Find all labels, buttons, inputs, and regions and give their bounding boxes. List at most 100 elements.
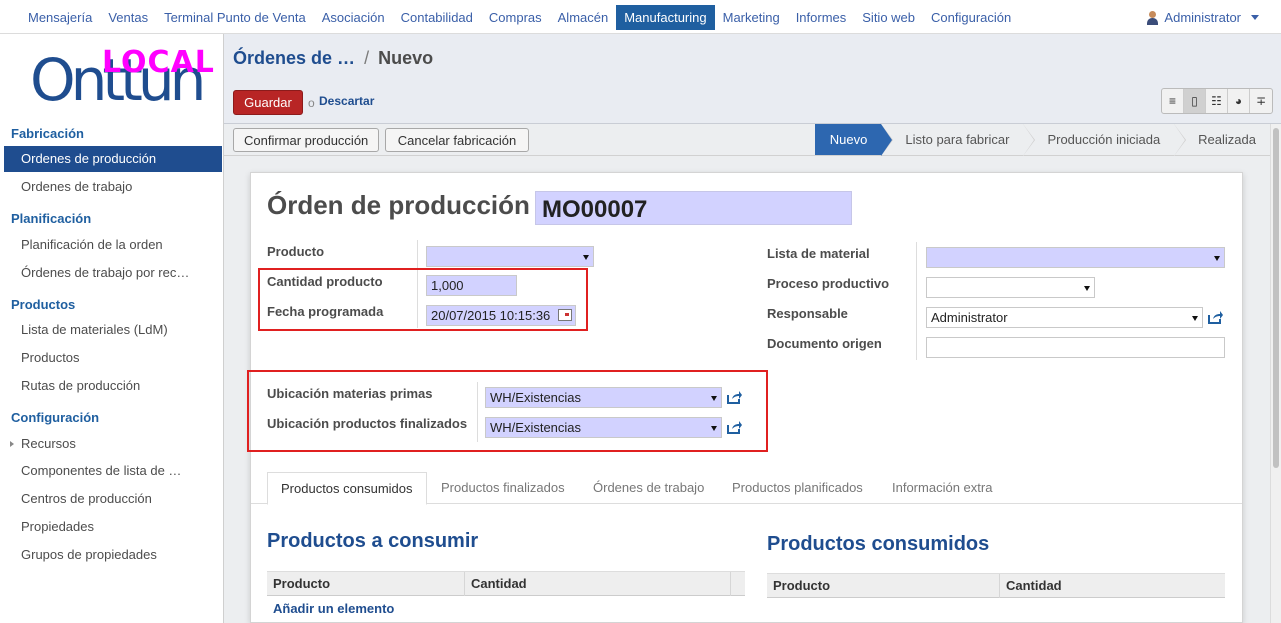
user-avatar-icon [1146, 10, 1159, 25]
external-link-icon[interactable] [1207, 310, 1224, 325]
routing-select[interactable] [926, 277, 1095, 298]
origin-input[interactable] [926, 337, 1225, 358]
expand-triangle-icon[interactable] [10, 441, 14, 447]
sidebar-item-ordenes-trabajo-recurso[interactable]: Órdenes de trabajo por rec… [4, 260, 222, 286]
stage-listo-fabricar[interactable]: Listo para fabricar [881, 124, 1036, 156]
tab-ordenes-trabajo[interactable]: Órdenes de trabajo [580, 472, 717, 505]
sidebar-section-planificacion: Planificación [11, 211, 92, 226]
dropdown-arrow-icon [1084, 286, 1090, 291]
menu-item-informes[interactable]: Informes [788, 5, 855, 30]
sidebar-item-rutas-produccion[interactable]: Rutas de producción [4, 373, 222, 399]
menu-item-contabilidad[interactable]: Contabilidad [393, 5, 481, 30]
top-menu-bar: Mensajería Ventas Terminal Punto de Vent… [0, 0, 1281, 34]
discard-button[interactable]: Descartar [319, 94, 374, 108]
dropdown-arrow-icon [1214, 256, 1220, 261]
sidebar: Onttun LOCAL Fabricación Ordenes de prod… [0, 34, 224, 623]
sidebar-item-productos[interactable]: Productos [4, 345, 222, 371]
sidebar-item-ordenes-produccion[interactable]: Ordenes de producción [4, 146, 222, 172]
dropdown-arrow-icon [583, 255, 589, 260]
responsible-label: Responsable [767, 306, 848, 321]
stage-label: Producción iniciada [1047, 132, 1161, 147]
responsible-select[interactable]: Administrator [926, 307, 1203, 328]
sidebar-item-propiedades[interactable]: Propiedades [4, 514, 222, 540]
column-header-producto[interactable]: Producto [267, 572, 465, 596]
user-menu[interactable]: Administrator [1146, 10, 1259, 25]
form-statusbar: Confirmar producción Cancelar fabricació… [224, 124, 1270, 156]
tab-informacion-extra[interactable]: Información extra [879, 472, 1005, 505]
stage-pipeline: Nuevo Listo para fabricar Producción ini… [814, 124, 1270, 156]
bom-select[interactable] [926, 247, 1225, 268]
sidebar-section-configuracion: Configuración [11, 410, 100, 425]
company-logo[interactable]: Onttun LOCAL [30, 45, 215, 110]
list-view-icon[interactable]: ≡ [1162, 89, 1184, 113]
sidebar-section-fabricacion: Fabricación [11, 126, 84, 141]
view-switcher: ≡ ▯ ☷ ◕ ∓ [1161, 88, 1273, 114]
to-consume-title: Productos a consumir [267, 530, 479, 552]
routing-label: Proceso productivo [767, 276, 890, 291]
stage-produccion-iniciada[interactable]: Producción iniciada [1023, 124, 1187, 156]
product-label: Producto [267, 244, 325, 259]
sidebar-section-productos: Productos [11, 297, 76, 312]
app-menu: Mensajería Ventas Terminal Punto de Vent… [20, 5, 1019, 30]
column-header-cantidad[interactable]: Cantidad [465, 572, 731, 596]
highlight-box-quantity-date [258, 268, 588, 331]
add-line-link[interactable]: Añadir un elemento [273, 601, 394, 616]
menu-item-pos[interactable]: Terminal Punto de Venta [156, 5, 314, 30]
menu-item-configuracion[interactable]: Configuración [923, 5, 1019, 30]
stage-label: Realizada [1198, 132, 1256, 147]
or-separator: o [308, 96, 315, 110]
menu-item-asociacion[interactable]: Asociación [314, 5, 393, 30]
sidebar-item-planificacion-orden[interactable]: Planificación de la orden [4, 232, 222, 258]
vertical-scrollbar[interactable] [1270, 124, 1281, 623]
sidebar-item-lista-materiales[interactable]: Lista de materiales (LdM) [4, 317, 222, 343]
logo-badge: LOCAL [102, 45, 215, 80]
consumed-title: Productos consumidos [767, 533, 990, 555]
save-button[interactable]: Guardar [233, 90, 303, 115]
to-consume-table-header: Producto Cantidad [267, 571, 745, 596]
breadcrumb-separator: / [364, 48, 370, 68]
menu-item-mensajeria[interactable]: Mensajería [20, 5, 100, 30]
menu-item-ventas[interactable]: Ventas [100, 5, 156, 30]
tab-productos-planificados[interactable]: Productos planificados [719, 472, 876, 505]
consumed-table-header: Producto Cantidad [767, 573, 1225, 598]
form-view-icon[interactable]: ▯ [1184, 89, 1206, 113]
menu-item-sitio-web[interactable]: Sitio web [854, 5, 923, 30]
origin-label: Documento origen [767, 336, 882, 351]
calendar-view-icon[interactable]: ☷ [1206, 89, 1228, 113]
control-panel: Órdenes de … / Nuevo Guardar o Descartar… [224, 34, 1281, 124]
user-name: Administrator [1164, 10, 1241, 25]
menu-item-compras[interactable]: Compras [481, 5, 550, 30]
column-header-producto[interactable]: Producto [767, 574, 1000, 598]
sidebar-item-grupos-propiedades[interactable]: Grupos de propiedades [4, 542, 222, 568]
sidebar-item-label: Recursos [21, 436, 76, 451]
sidebar-item-componentes-lista[interactable]: Componentes de lista de … [4, 458, 222, 484]
cancel-production-button[interactable]: Cancelar fabricación [385, 128, 529, 152]
column-header-cantidad[interactable]: Cantidad [1000, 574, 1225, 598]
confirm-production-button[interactable]: Confirmar producción [233, 128, 380, 152]
bom-label: Lista de material [767, 246, 870, 261]
stage-label: Listo para fabricar [905, 132, 1010, 147]
graph-view-icon[interactable]: ◕ [1228, 89, 1250, 113]
stage-nuevo[interactable]: Nuevo [814, 124, 894, 156]
product-select[interactable] [426, 246, 594, 267]
reference-field[interactable]: MO00007 [535, 191, 852, 225]
breadcrumb: Órdenes de … / Nuevo [233, 48, 433, 69]
highlight-box-locations [247, 370, 768, 452]
sidebar-item-centros-produccion[interactable]: Centros de producción [4, 486, 222, 512]
breadcrumb-parent-link[interactable]: Órdenes de … [233, 48, 355, 68]
scrollbar-thumb[interactable] [1273, 128, 1279, 468]
responsible-value: Administrator [931, 310, 1008, 325]
field-divider [916, 242, 917, 360]
menu-item-marketing[interactable]: Marketing [715, 5, 788, 30]
tab-productos-finalizados[interactable]: Productos finalizados [428, 472, 578, 505]
sidebar-item-recursos[interactable]: Recursos [4, 431, 222, 457]
menu-item-almacen[interactable]: Almacén [550, 5, 617, 30]
stage-realizada[interactable]: Realizada [1174, 124, 1270, 155]
sidebar-item-ordenes-trabajo[interactable]: Ordenes de trabajo [4, 174, 222, 200]
chevron-down-icon [1251, 15, 1259, 20]
notebook-tabs: Productos consumidos Productos finalizad… [251, 472, 1242, 505]
gantt-view-icon[interactable]: ∓ [1250, 89, 1272, 113]
breadcrumb-current: Nuevo [378, 48, 434, 68]
tab-productos-consumidos[interactable]: Productos consumidos [267, 472, 427, 505]
menu-item-manufacturing[interactable]: Manufacturing [616, 5, 715, 30]
